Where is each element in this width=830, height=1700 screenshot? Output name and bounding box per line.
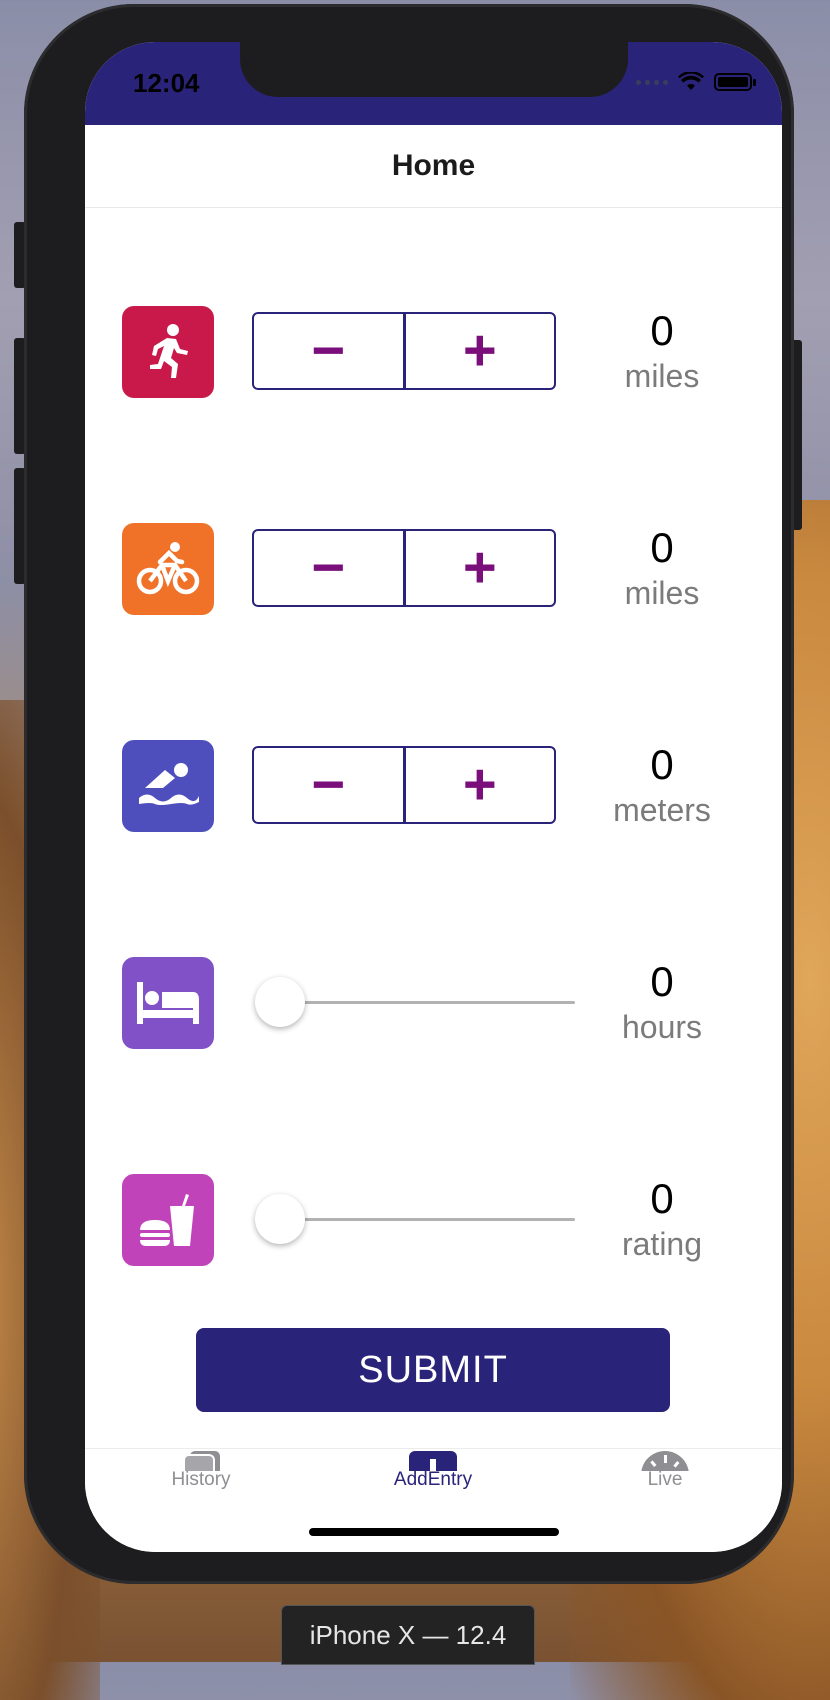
slider-thumb[interactable] bbox=[255, 1194, 305, 1244]
phone-frame: 12:04 Home − + 0 miles − + 0 miles − + 0… bbox=[24, 4, 794, 1584]
notch bbox=[240, 42, 628, 97]
entry-row-run: − + 0 miles bbox=[85, 306, 782, 416]
status-bar: 12:04 bbox=[85, 42, 782, 125]
entry-row-sleep: 0 hours bbox=[85, 957, 782, 1067]
sleep-slider[interactable] bbox=[255, 957, 575, 1049]
home-indicator bbox=[309, 1528, 559, 1536]
device-label: iPhone X — 12.4 bbox=[281, 1605, 535, 1665]
bike-value: 0 bbox=[650, 524, 674, 571]
running-icon bbox=[122, 306, 214, 398]
bike-readout: 0 miles bbox=[582, 523, 742, 613]
swim-readout: 0 meters bbox=[582, 740, 742, 830]
cards-icon bbox=[176, 1449, 226, 1471]
run-unit: miles bbox=[624, 358, 700, 394]
battery-icon bbox=[714, 73, 756, 91]
submit-button[interactable]: SUBMIT bbox=[196, 1328, 670, 1412]
fastfood-icon bbox=[122, 1174, 214, 1266]
entry-row-bike: − + 0 miles bbox=[85, 523, 782, 633]
tab-bar: History AddEntry Live bbox=[85, 1448, 782, 1552]
signal-icon bbox=[636, 79, 668, 85]
swim-unit: meters bbox=[613, 792, 711, 828]
bike-decrement-button[interactable]: − bbox=[254, 531, 403, 605]
slider-track bbox=[265, 1001, 575, 1004]
sleep-readout: 0 hours bbox=[582, 957, 742, 1047]
bike-unit: miles bbox=[624, 575, 700, 611]
eat-unit: rating bbox=[621, 1226, 703, 1262]
run-increment-button[interactable]: + bbox=[402, 314, 555, 388]
add-entry-icon bbox=[408, 1449, 458, 1471]
phone-screen: 12:04 Home − + 0 miles − + 0 miles − + 0… bbox=[85, 42, 782, 1552]
swim-increment-button[interactable]: + bbox=[402, 748, 555, 822]
swim-decrement-button[interactable]: − bbox=[254, 748, 403, 822]
swimming-icon bbox=[122, 740, 214, 832]
sleep-value: 0 bbox=[650, 958, 674, 1005]
speedometer-icon bbox=[640, 1449, 690, 1471]
nav-header: Home bbox=[85, 125, 782, 208]
entry-row-swim: − + 0 meters bbox=[85, 740, 782, 850]
bed-icon bbox=[122, 957, 214, 1049]
swim-value: 0 bbox=[650, 741, 674, 788]
eat-readout: 0 rating bbox=[582, 1174, 742, 1264]
eat-value: 0 bbox=[650, 1175, 674, 1222]
swim-stepper: − + bbox=[252, 746, 556, 824]
eat-slider[interactable] bbox=[255, 1174, 575, 1266]
page-title: Home bbox=[391, 149, 476, 182]
run-value: 0 bbox=[650, 307, 674, 354]
bike-increment-button[interactable]: + bbox=[402, 531, 555, 605]
sleep-unit: hours bbox=[621, 1009, 703, 1045]
slider-thumb[interactable] bbox=[255, 977, 305, 1027]
bike-stepper: − + bbox=[252, 529, 556, 607]
run-stepper: − + bbox=[252, 312, 556, 390]
bicycle-icon bbox=[122, 523, 214, 615]
status-time: 12:04 bbox=[133, 68, 200, 98]
slider-track bbox=[265, 1218, 575, 1221]
run-readout: 0 miles bbox=[582, 306, 742, 396]
wifi-icon bbox=[678, 72, 704, 90]
status-icons bbox=[636, 72, 756, 92]
run-decrement-button[interactable]: − bbox=[254, 314, 403, 388]
entry-row-eat: 0 rating bbox=[85, 1174, 782, 1284]
